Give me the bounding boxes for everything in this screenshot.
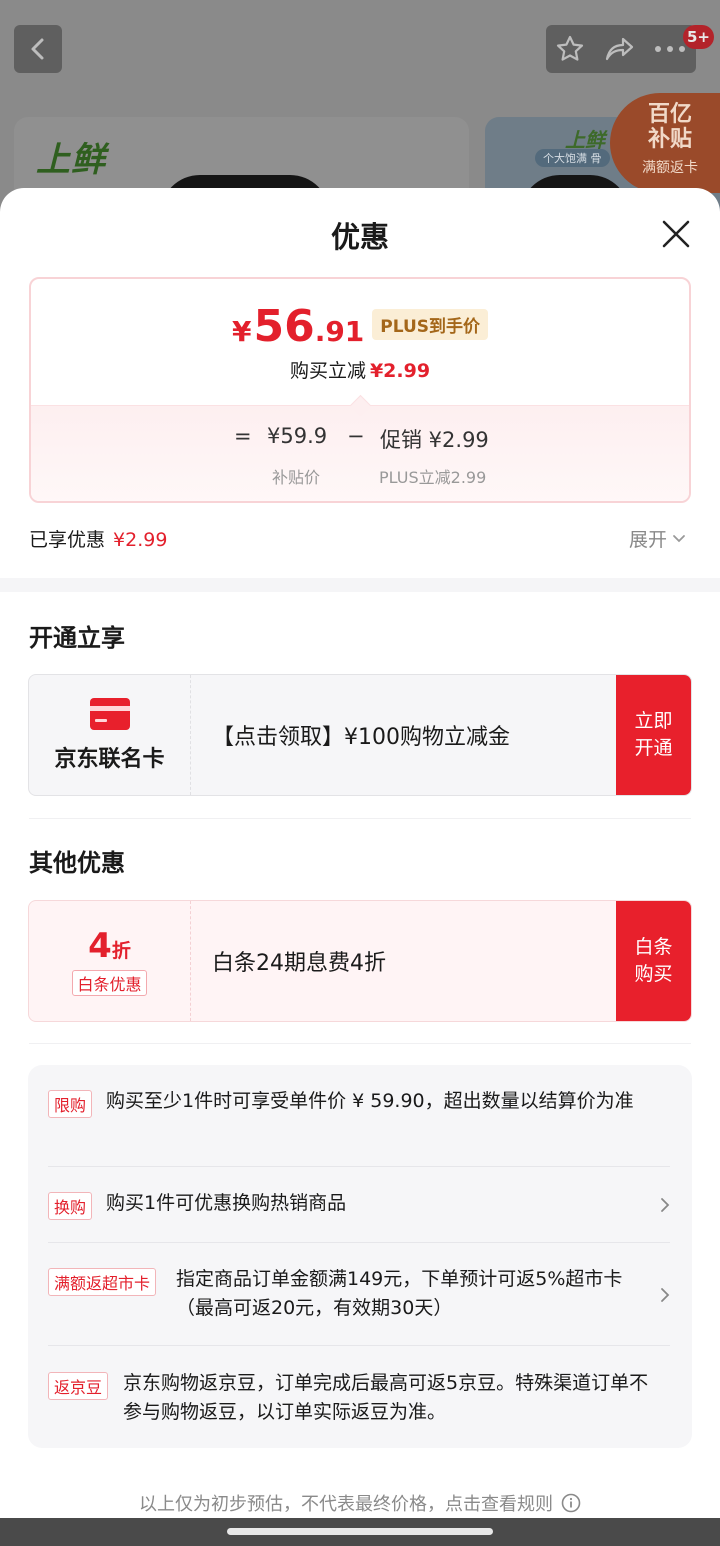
baitiao-offer-text: 白条24期息费4折 — [212, 951, 386, 976]
sheet-title: 优惠 — [330, 220, 389, 254]
section-divider — [0, 578, 720, 592]
info-tag: 限购 — [48, 1090, 93, 1118]
base-price: ¥59.9 — [267, 424, 328, 448]
info-divider — [48, 1345, 670, 1346]
price-card: ¥ 56 .91 PLUS到手价 购买立减 ¥2.99 = ¥59.9 − 促销 … — [29, 277, 691, 503]
credit-card-icon — [89, 698, 130, 730]
star-icon[interactable] — [555, 34, 585, 64]
info-text: 指定商品订单金额满149元，下单预计可返5%超市卡（最高可返20元，有效期30天… — [176, 1268, 623, 1319]
enjoyed-label: 已享优惠 — [29, 529, 106, 551]
chevron-down-icon — [673, 534, 685, 542]
enjoyed-discount: 已享优惠 ¥2.99 — [29, 525, 167, 552]
promo-amount: 促销 ¥2.99 — [380, 428, 489, 452]
baitiao-tag: 白条优惠 — [72, 970, 147, 996]
info-tag: 满额返超市卡 — [48, 1268, 157, 1296]
reduce-label: 购买立减 — [289, 360, 366, 382]
discount-value: 4折 — [88, 926, 131, 966]
chevron-right-icon — [661, 1288, 670, 1302]
price-integer: 56 — [253, 301, 315, 352]
info-icon — [561, 1493, 581, 1513]
promo-sub-label: PLUS立减2.99 — [379, 468, 487, 487]
price-breakdown: = ¥59.9 − 促销 ¥2.99 补贴价 PLUS立减2.99 — [31, 394, 689, 501]
brand-logo: 上鲜 — [36, 140, 106, 180]
info-row-jingdou: 返京豆 京东购物返京豆，订单完成后最高可返5京豆。特殊渠道订单不参与购物返豆，以… — [48, 1369, 670, 1429]
rules-note-text: 以上仅为初步预估，不代表最终价格，点击查看规则 — [139, 1494, 553, 1515]
back-button[interactable] — [14, 25, 62, 73]
baitiao-discount-info: 4折 白条优惠 — [29, 901, 191, 1021]
divider-line — [29, 818, 691, 819]
open-now-label-2: 开通 — [634, 737, 673, 759]
info-text: 购买至少1件时可享受单件价 ¥ 59.90，超出数量以结算价为准 — [106, 1090, 634, 1112]
product-feature-pill: 个大饱满 骨 — [535, 149, 610, 167]
cobrand-card-name: 京东联名卡 — [54, 747, 165, 772]
cobrand-card-offer[interactable]: 京东联名卡 【点击领取】¥100购物立减金 立即 开通 — [28, 674, 692, 796]
subsidy-line2: 补贴 — [647, 127, 692, 152]
reduce-value: ¥2.99 — [369, 360, 431, 382]
rules-note[interactable]: 以上仅为初步预估，不代表最终价格，点击查看规则 — [0, 1490, 720, 1516]
divider-line — [29, 1043, 691, 1044]
equals-sign: = — [234, 424, 252, 448]
expand-button[interactable]: 展开 — [629, 525, 686, 552]
base-price-label: 补贴价 — [272, 468, 321, 487]
promo-info-list: 限购 购买至少1件时可享受单件价 ¥ 59.90，超出数量以结算价为准 换购 购… — [28, 1065, 692, 1448]
info-row-exchange[interactable]: 换购 购买1件可优惠换购热销商品 — [48, 1189, 670, 1223]
info-text: 购买1件可优惠换购热销商品 — [106, 1192, 347, 1214]
info-row-supermarket-card[interactable]: 满额返超市卡 指定商品订单金额满149元，下单预计可返5%超市卡（最高可返20元… — [48, 1265, 670, 1325]
baitiao-offer[interactable]: 4折 白条优惠 白条24期息费4折 白条 购买 — [28, 900, 692, 1022]
top-actions — [546, 25, 696, 73]
purchase-reduction: 购买立减 ¥2.99 — [31, 356, 689, 383]
info-row-purchase-limit: 限购 购买至少1件时可享受单件价 ¥ 59.90，超出数量以结算价为准 — [48, 1087, 670, 1147]
final-price: ¥ 56 .91 PLUS到手价 — [31, 301, 689, 352]
baitiao-buy-label-2: 购买 — [634, 963, 673, 985]
subsidy-line1: 百亿 — [647, 102, 692, 127]
minus-sign: − — [347, 424, 365, 448]
more-icon[interactable] — [653, 44, 687, 54]
currency-symbol: ¥ — [231, 315, 252, 348]
info-tag: 换购 — [48, 1192, 93, 1220]
expand-label: 展开 — [629, 529, 668, 551]
open-now-button[interactable]: 立即 开通 — [616, 675, 691, 795]
info-text: 京东购物返京豆，订单完成后最高可返5京豆。特殊渠道订单不参与购物返豆，以订单实际… — [123, 1372, 649, 1423]
baitiao-buy-label-1: 白条 — [634, 936, 673, 958]
price-summary: ¥ 56 .91 PLUS到手价 购买立减 ¥2.99 — [31, 279, 689, 405]
discount-unit: 折 — [111, 940, 131, 962]
subsidy-badge[interactable]: 百亿 补贴 满额返卡 — [610, 93, 720, 193]
info-divider — [48, 1242, 670, 1243]
cobrand-card-info: 京东联名卡 — [29, 675, 191, 795]
price-decimal: .91 — [314, 315, 365, 348]
close-icon[interactable] — [658, 216, 694, 252]
info-tag: 返京豆 — [48, 1372, 109, 1400]
enjoyed-value: ¥2.99 — [113, 529, 168, 551]
info-divider — [48, 1166, 670, 1167]
home-indicator[interactable] — [227, 1528, 493, 1535]
baitiao-buy-button[interactable]: 白条 购买 — [616, 901, 691, 1021]
open-section-title: 开通立享 — [29, 624, 125, 652]
cobrand-offer-text: 【点击领取】¥100购物立减金 — [212, 725, 510, 750]
chevron-right-icon — [661, 1198, 670, 1212]
other-section-title: 其他优惠 — [29, 849, 125, 877]
subsidy-line3: 满额返卡 — [642, 160, 698, 176]
message-badge: 5+ — [683, 25, 715, 49]
share-icon[interactable] — [603, 34, 635, 64]
chevron-left-icon — [31, 38, 44, 60]
discount-number: 4 — [88, 926, 112, 966]
plus-price-tag: PLUS到手价 — [372, 309, 489, 340]
discount-sheet: 优惠 ¥ 56 .91 PLUS到手价 购买立减 ¥2.99 = ¥59.9 − … — [0, 188, 720, 1546]
open-now-label-1: 立即 — [634, 710, 673, 732]
